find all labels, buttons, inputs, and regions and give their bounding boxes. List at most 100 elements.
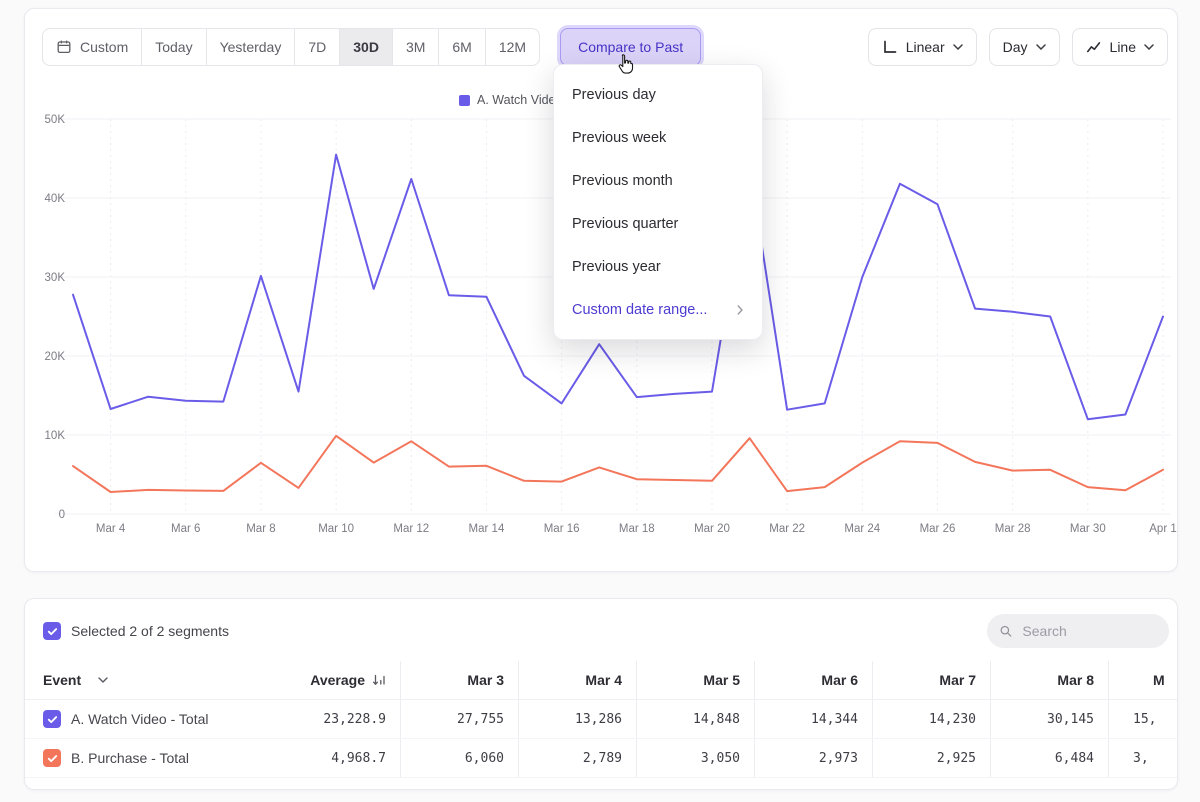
svg-text:20K: 20K <box>45 351 66 363</box>
custom-range-label: Custom <box>80 39 128 55</box>
chevron-down-icon <box>98 677 108 683</box>
date-preset-group: Custom TodayYesterday7D30D3M6M12M <box>42 28 540 66</box>
column-header-mar-3[interactable]: Mar 3 <box>401 661 519 699</box>
svg-text:Apr 1: Apr 1 <box>1149 523 1177 535</box>
selected-count-label: Selected 2 of 2 segments <box>71 623 229 639</box>
table-cell: 27,755 <box>401 700 519 738</box>
row-checkbox[interactable] <box>43 749 61 767</box>
table-body: A. Watch Video - Total23,228.927,75513,2… <box>25 700 1178 778</box>
table-cell: 3,050 <box>637 739 755 777</box>
sort-icon[interactable] <box>372 673 386 687</box>
interval-button[interactable]: Day <box>989 28 1060 66</box>
row-checkbox[interactable] <box>43 710 61 728</box>
compare-menu: Previous dayPrevious weekPrevious monthP… <box>553 64 763 340</box>
preset-30d[interactable]: 30D <box>339 28 393 66</box>
calendar-icon <box>56 39 72 55</box>
table-cell: 2,789 <box>519 739 637 777</box>
svg-text:Mar 6: Mar 6 <box>171 523 200 535</box>
svg-text:Mar 26: Mar 26 <box>920 523 956 535</box>
svg-text:40K: 40K <box>45 193 66 205</box>
interval-label: Day <box>1003 39 1028 55</box>
table-cell: 15, <box>1109 700 1178 738</box>
table-cell: 3, <box>1109 739 1178 777</box>
preset-3m[interactable]: 3M <box>392 28 439 66</box>
chart-type-label: Line <box>1110 39 1136 55</box>
preset-6m[interactable]: 6M <box>438 28 485 66</box>
column-header-average[interactable]: Average <box>273 661 401 699</box>
custom-range-button[interactable]: Custom <box>42 28 142 66</box>
segments-table: EventAverageMar 3Mar 4Mar 5Mar 6Mar 7Mar… <box>25 661 1178 778</box>
search-icon <box>999 623 1012 639</box>
column-header-mar-5[interactable]: Mar 5 <box>637 661 755 699</box>
check-icon <box>46 713 59 726</box>
segments-controls: Selected 2 of 2 segments <box>43 612 1169 650</box>
line-chart-icon <box>1086 39 1102 55</box>
compare-menu-items: Previous dayPrevious weekPrevious monthP… <box>554 73 762 288</box>
svg-text:Mar 8: Mar 8 <box>246 523 275 535</box>
chevron-right-icon <box>737 305 744 315</box>
menu-item-previous-month[interactable]: Previous month <box>554 159 762 202</box>
svg-text:Mar 30: Mar 30 <box>1070 523 1106 535</box>
segments-card: Selected 2 of 2 segments EventAverageMar… <box>24 598 1178 790</box>
chart-view-controls: Linear Day Line <box>868 28 1168 66</box>
svg-text:10K: 10K <box>45 430 66 442</box>
svg-text:Mar 4: Mar 4 <box>96 523 126 535</box>
svg-text:Mar 16: Mar 16 <box>544 523 580 535</box>
chevron-down-icon <box>1144 44 1154 50</box>
svg-text:Mar 18: Mar 18 <box>619 523 655 535</box>
chart-type-button[interactable]: Line <box>1072 28 1168 66</box>
axes-icon <box>882 39 898 55</box>
value-scale-button[interactable]: Linear <box>868 28 977 66</box>
menu-item-previous-quarter[interactable]: Previous quarter <box>554 202 762 245</box>
svg-text:Mar 20: Mar 20 <box>694 523 730 535</box>
preset-today[interactable]: Today <box>141 28 206 66</box>
preset-12m[interactable]: 12M <box>485 28 540 66</box>
menu-item-custom-date-range[interactable]: Custom date range... <box>554 288 762 331</box>
row-label: A. Watch Video - Total <box>71 711 208 727</box>
svg-text:Mar 24: Mar 24 <box>844 523 880 535</box>
analytics-page: Custom TodayYesterday7D30D3M6M12M Compar… <box>0 0 1200 802</box>
row-label: B. Purchase - Total <box>71 750 189 766</box>
table-cell: 2,973 <box>755 739 873 777</box>
svg-text:50K: 50K <box>45 114 66 126</box>
legend-label-a: A. Watch Vide <box>477 93 556 107</box>
table-cell: 14,848 <box>637 700 755 738</box>
preset-7d[interactable]: 7D <box>294 28 340 66</box>
column-header-mar-8[interactable]: Mar 8 <box>991 661 1109 699</box>
search-input[interactable] <box>1020 622 1157 640</box>
row-label-cell: A. Watch Video - Total <box>25 700 273 738</box>
table-cell: 14,230 <box>873 700 991 738</box>
menu-item-previous-week[interactable]: Previous week <box>554 116 762 159</box>
table-row: A. Watch Video - Total23,228.927,75513,2… <box>25 700 1178 739</box>
menu-item-previous-day[interactable]: Previous day <box>554 73 762 116</box>
column-header-partial: M <box>1109 661 1178 699</box>
chart-toolbar: Custom TodayYesterday7D30D3M6M12M Compar… <box>42 28 1168 66</box>
column-header-mar-6[interactable]: Mar 6 <box>755 661 873 699</box>
column-header-event[interactable]: Event <box>25 661 273 699</box>
column-header-mar-7[interactable]: Mar 7 <box>873 661 991 699</box>
table-header-row: EventAverageMar 3Mar 4Mar 5Mar 6Mar 7Mar… <box>25 661 1178 700</box>
column-header-mar-4[interactable]: Mar 4 <box>519 661 637 699</box>
search-box[interactable] <box>987 614 1169 648</box>
table-cell: 13,286 <box>519 700 637 738</box>
value-scale-label: Linear <box>906 39 945 55</box>
table-cell: 30,145 <box>991 700 1109 738</box>
chevron-down-icon <box>953 44 963 50</box>
svg-text:Mar 28: Mar 28 <box>995 523 1031 535</box>
compare-to-past-button[interactable]: Compare to Past <box>560 28 701 66</box>
table-row: B. Purchase - Total 4,968.76,0602,7893,05… <box>25 739 1178 778</box>
table-cell: 6,060 <box>401 739 519 777</box>
select-all-checkbox[interactable] <box>43 622 61 640</box>
row-label-cell: B. Purchase - Total <box>25 739 273 777</box>
preset-yesterday[interactable]: Yesterday <box>206 28 296 66</box>
table-cell: 14,344 <box>755 700 873 738</box>
svg-text:30K: 30K <box>45 272 66 284</box>
table-cell: 4,968.7 <box>273 739 401 777</box>
check-icon <box>46 752 59 765</box>
chart-legend: A. Watch Vide <box>459 93 556 107</box>
svg-text:Mar 22: Mar 22 <box>769 523 805 535</box>
menu-item-previous-year[interactable]: Previous year <box>554 245 762 288</box>
svg-text:Mar 12: Mar 12 <box>393 523 429 535</box>
table-cell: 2,925 <box>873 739 991 777</box>
svg-text:Mar 10: Mar 10 <box>318 523 354 535</box>
